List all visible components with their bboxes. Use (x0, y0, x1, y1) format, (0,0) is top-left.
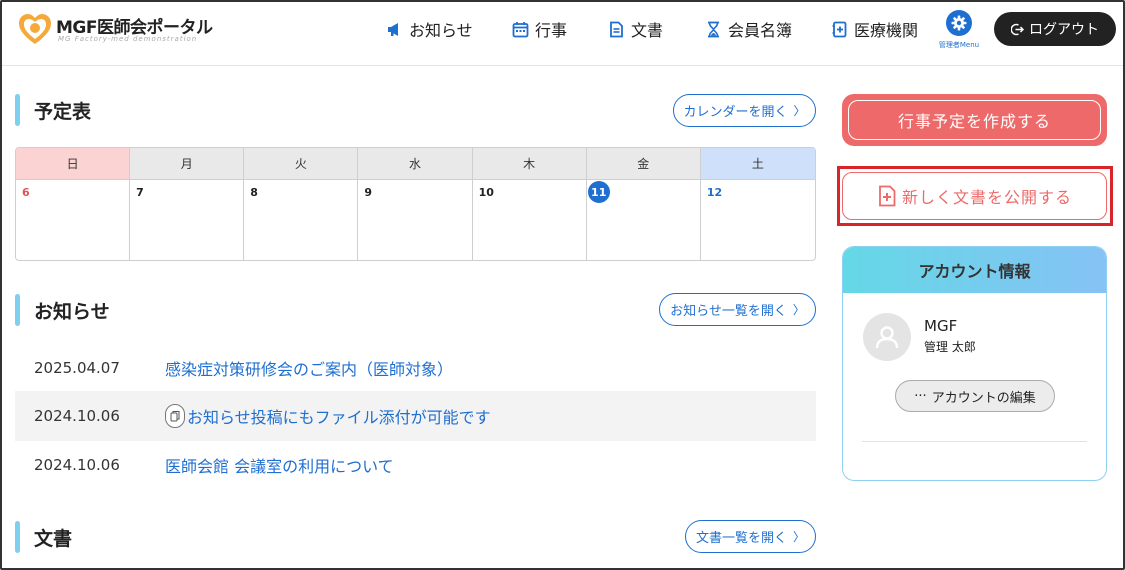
weekday-header: 日 (16, 148, 131, 180)
nav-member[interactable]: 会員名簿 (705, 16, 792, 42)
user-icon (875, 326, 899, 349)
day-number: 6 (22, 186, 30, 199)
notice-title: 感染症対策研修会のご案内（医師対象） (165, 360, 454, 379)
hourglass-icon (708, 21, 719, 37)
notices-heading: お知らせ (15, 294, 110, 326)
calendar-day[interactable]: 8 (244, 180, 359, 260)
logout-label: ログアウト (1029, 21, 1099, 37)
notice-row: 2024.10.06 医師会館 会議室の利用について (15, 440, 816, 490)
chevron-right-icon: 〉 (792, 303, 805, 317)
admin-menu-button[interactable]: 管理者Menu (936, 10, 982, 54)
documents-title: 文書 (34, 527, 73, 550)
open-documents-label: 文書一覧を開く (695, 531, 787, 546)
weekday-header: 月 (130, 148, 245, 180)
today-badge: 11 (587, 181, 610, 203)
nav-notice[interactable]: お知らせ (386, 16, 473, 42)
create-event-label: 行事予定を作成する (848, 100, 1101, 140)
nav-notice-label: お知らせ (409, 21, 473, 40)
logo-subtitle: MG Factory-med demonstration (58, 35, 198, 43)
admin-menu-label: 管理者Menu (938, 41, 980, 49)
schedule-title: 予定表 (34, 100, 92, 123)
logo-heart-icon (19, 14, 51, 44)
logout-icon (1011, 23, 1024, 35)
notices-title: お知らせ (34, 300, 110, 323)
calendar-day-today[interactable]: 11 (587, 180, 701, 260)
calendar-day[interactable]: 9 (358, 180, 473, 260)
calendar-day[interactable]: 7 (130, 180, 245, 260)
chevron-right-icon: 〉 (793, 530, 806, 544)
file-plus-icon (879, 185, 896, 207)
create-event-button[interactable]: 行事予定を作成する (842, 94, 1107, 146)
notice-date: 2025.04.07 (34, 359, 120, 377)
avatar (863, 313, 911, 361)
calendar-icon (512, 21, 529, 37)
calendar-day[interactable]: 12 (701, 180, 815, 260)
notice-link[interactable]: 感染症対策研修会のご案内（医師対象） (165, 356, 453, 380)
documents-heading: 文書 (15, 521, 72, 553)
weekday-header: 木 (472, 148, 587, 180)
nav-document[interactable]: 文書 (608, 16, 663, 42)
section-bar (15, 294, 20, 326)
day-number: 12 (706, 186, 723, 199)
day-number: 10 (478, 186, 494, 199)
weekday-header: 火 (244, 148, 359, 180)
open-notices-label: お知らせ一覧を開く (670, 304, 787, 319)
account-user-name: 管理 太郎 (924, 340, 976, 354)
nav-medical[interactable]: 医療機関 (831, 16, 918, 42)
nav-medical-label: 医療機関 (854, 21, 919, 40)
notice-title: 医師会館 会議室の利用について (165, 457, 394, 476)
day-number: 8 (250, 186, 258, 199)
divider (862, 441, 1087, 442)
more-icon: ··· (914, 388, 927, 404)
calendar-day[interactable]: 10 (473, 180, 587, 260)
section-bar (15, 94, 20, 126)
notice-date: 2024.10.06 (34, 407, 120, 425)
logout-button[interactable]: ログアウト (994, 12, 1116, 46)
nav-document-label: 文書 (631, 21, 664, 40)
notice-row: 2025.04.07 感染症対策研修会のご案内（医師対象） (15, 343, 816, 393)
logo[interactable]: MGF医師会ポータル MG Factory-med demonstration (16, 10, 216, 50)
edit-account-button[interactable]: ··· アカウントの編集 (895, 380, 1055, 412)
schedule-heading: 予定表 (15, 94, 91, 126)
nav-event[interactable]: 行事 (512, 16, 567, 42)
open-calendar-button[interactable]: カレンダーを開く 〉 (673, 94, 816, 127)
nav-event-label: 行事 (535, 21, 568, 40)
notice-title: お知らせ投稿にもファイル添付が可能です (187, 408, 491, 427)
chevron-right-icon: 〉 (793, 104, 806, 118)
gear-icon (946, 10, 972, 36)
top-header: MGF医師会ポータル MG Factory-med demonstration … (2, 2, 1123, 66)
weekly-calendar: 日 月 火 水 木 金 土 6 7 8 9 10 11 12 (15, 147, 816, 261)
open-calendar-label: カレンダーを開く (683, 105, 788, 120)
section-bar (15, 521, 20, 553)
publish-document-button[interactable]: 新しく文書を公開する (842, 172, 1107, 220)
account-name: MGF (924, 317, 958, 335)
weekday-header: 金 (586, 148, 701, 180)
nav-member-label: 会員名簿 (728, 21, 793, 40)
notice-link[interactable]: お知らせ投稿にもファイル添付が可能です (165, 404, 491, 428)
publish-document-label: 新しく文書を公開する (901, 188, 1072, 207)
notice-row: 2024.10.06 お知らせ投稿にもファイル添付が可能です (15, 391, 816, 441)
notice-date: 2024.10.06 (34, 456, 120, 474)
day-number: 7 (136, 186, 144, 199)
open-notices-button[interactable]: お知らせ一覧を開く 〉 (659, 293, 816, 326)
weekday-header: 水 (358, 148, 473, 180)
open-documents-button[interactable]: 文書一覧を開く 〉 (685, 520, 816, 553)
document-icon (610, 21, 623, 37)
app-window: MGF医師会ポータル MG Factory-med demonstration … (0, 0, 1125, 570)
megaphone-icon (388, 22, 398, 36)
attachment-icon (165, 404, 185, 428)
notice-link[interactable]: 医師会館 会議室の利用について (165, 453, 394, 477)
day-number: 9 (364, 186, 373, 199)
medical-book-icon (832, 21, 847, 37)
account-card: アカウント情報 MGF 管理 太郎 ··· アカウントの編集 (842, 246, 1107, 481)
weekday-header: 土 (700, 148, 815, 180)
calendar-day[interactable]: 6 (16, 180, 131, 260)
account-card-title: アカウント情報 (843, 247, 1106, 293)
edit-account-label: アカウントの編集 (931, 390, 1036, 406)
